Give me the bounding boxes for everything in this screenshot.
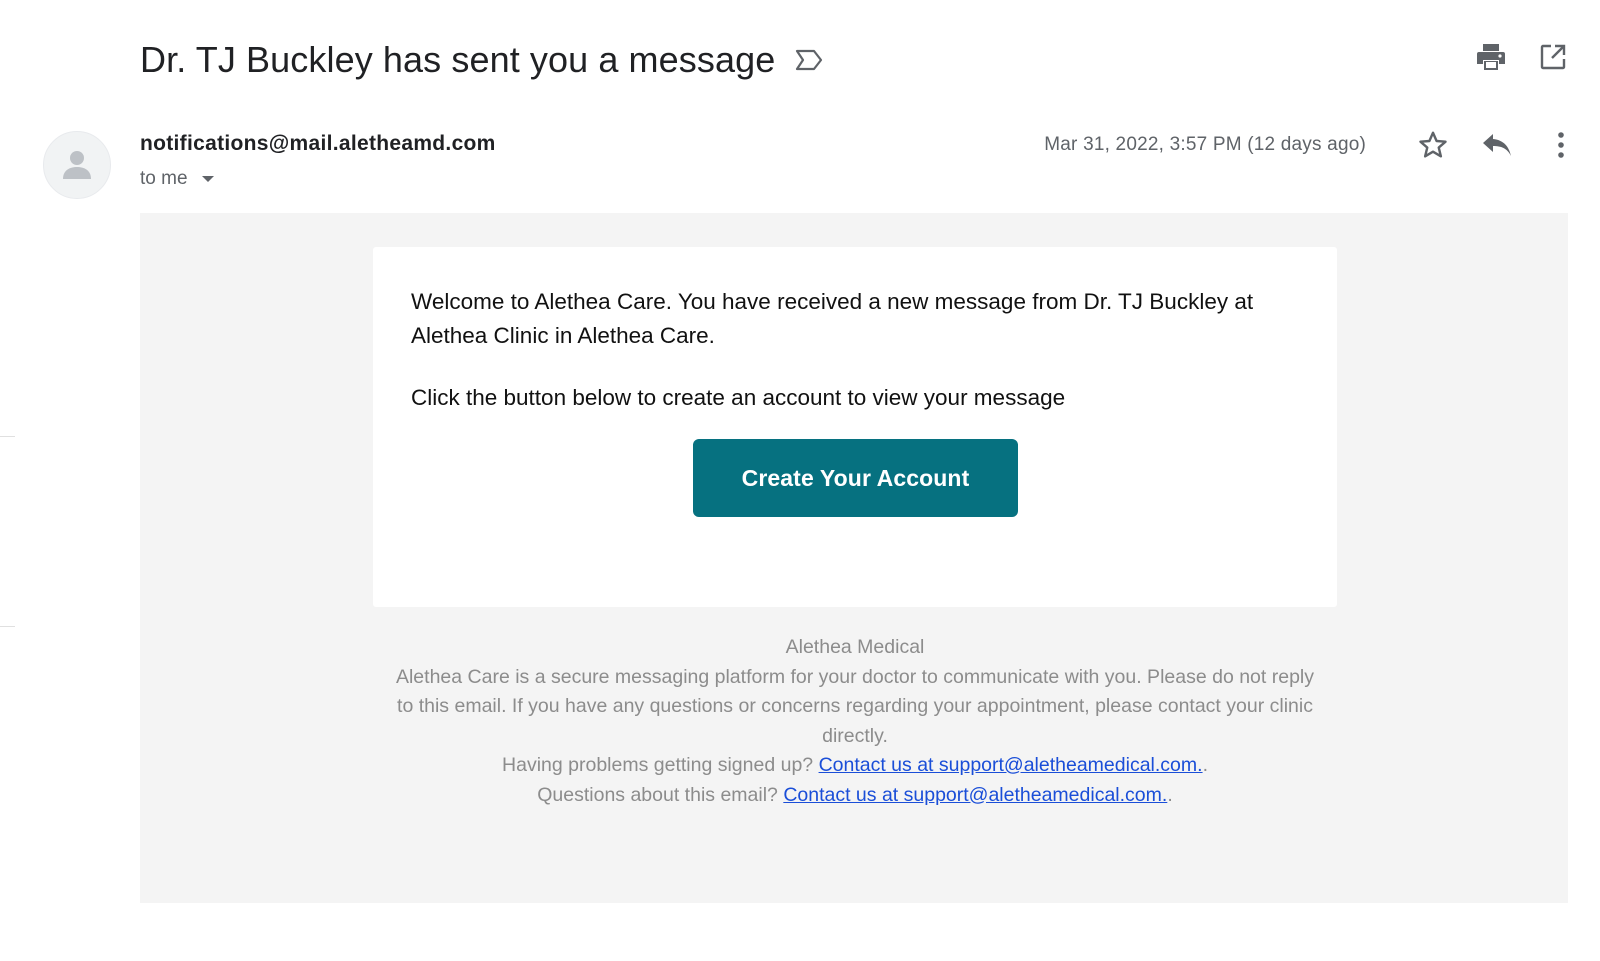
star-icon[interactable] bbox=[1414, 126, 1452, 164]
footer-company: Alethea Medical bbox=[785, 636, 925, 658]
questions-prompt: Questions about this email? bbox=[537, 783, 778, 806]
edge-divider bbox=[0, 436, 15, 437]
instruction-paragraph: Click the button below to create an acco… bbox=[411, 385, 1066, 410]
subject-row: Dr. TJ Buckley has sent you a message bbox=[140, 36, 825, 84]
recipients-toggle[interactable]: to me bbox=[140, 168, 496, 190]
signup-support-link[interactable]: Contact us at support@aletheamedical.com… bbox=[819, 754, 1203, 776]
questions-support-link[interactable]: Contact us at support@aletheamedical.com… bbox=[783, 784, 1167, 806]
email-footer: Alethea Medical Alethea Care is a secure… bbox=[373, 633, 1337, 810]
message-date: Mar 31, 2022, 3:57 PM (12 days ago) bbox=[1044, 134, 1366, 155]
period: . bbox=[1202, 754, 1208, 776]
label-important-icon[interactable] bbox=[795, 48, 825, 72]
footer-description: Alethea Care is a secure messaging platf… bbox=[395, 665, 1315, 747]
footer-signup-line: Having problems getting signed up? Conta… bbox=[373, 751, 1337, 781]
footer-questions-line: Questions about this email? Contact us a… bbox=[373, 781, 1337, 811]
top-actions bbox=[1472, 38, 1572, 76]
open-in-new-window-icon[interactable] bbox=[1534, 38, 1572, 76]
email-body: Welcome to Alethea Care. You have receiv… bbox=[140, 213, 1568, 903]
sender-avatar[interactable] bbox=[43, 131, 111, 199]
sender-block: notifications@mail.aletheamd.com to me bbox=[140, 132, 496, 190]
period: . bbox=[1167, 783, 1173, 806]
edge-divider bbox=[0, 626, 15, 627]
email-subject: Dr. TJ Buckley has sent you a message bbox=[140, 39, 776, 80]
welcome-paragraph: Welcome to Alethea Care. You have receiv… bbox=[411, 289, 1254, 348]
sender-email[interactable]: notifications@mail.aletheamd.com bbox=[140, 132, 496, 156]
create-account-button[interactable]: Create Your Account bbox=[693, 439, 1018, 517]
recipients-label: to me bbox=[140, 168, 188, 189]
reply-icon[interactable] bbox=[1478, 126, 1516, 164]
message-meta: Mar 31, 2022, 3:57 PM (12 days ago) bbox=[1044, 126, 1580, 164]
more-options-icon[interactable] bbox=[1542, 126, 1580, 164]
message-card: Welcome to Alethea Care. You have receiv… bbox=[373, 247, 1337, 607]
signup-prompt: Having problems getting signed up? bbox=[502, 754, 814, 776]
chevron-down-icon bbox=[201, 176, 214, 182]
person-icon bbox=[63, 151, 91, 179]
print-icon[interactable] bbox=[1472, 38, 1510, 76]
